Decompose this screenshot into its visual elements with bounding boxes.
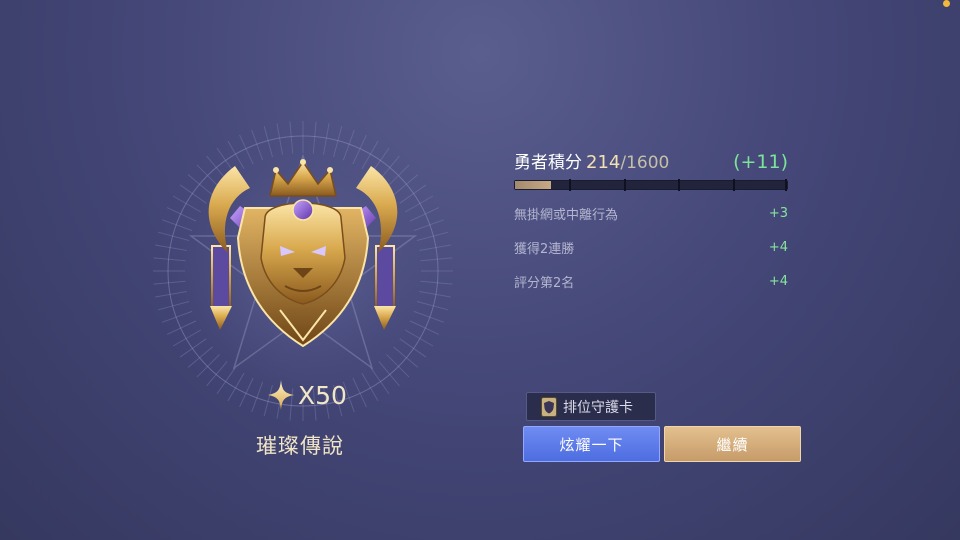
- detail-label: 獲得2連勝: [514, 241, 575, 257]
- star-count-label: X50: [298, 380, 347, 410]
- rank-name: 璀璨傳說: [256, 434, 344, 458]
- score-max: /1600: [620, 153, 670, 173]
- progress-tick: [678, 179, 681, 191]
- detail-label: 評分第2名: [514, 275, 575, 291]
- progress-tick: [732, 179, 735, 191]
- progress-tick: [623, 179, 626, 191]
- score-progress-bar: [514, 179, 788, 191]
- score-detail-list: 無掛網或中離行為 +3 獲得2連勝 +4 評分第2名 +4: [514, 196, 788, 298]
- detail-value: +4: [768, 239, 788, 255]
- brave-score-panel: 勇者積分 214/1600 (+11) 無掛網或中離行為 +3 獲得2連勝 +4 …: [514, 148, 788, 298]
- score-detail-row: 獲得2連勝 +4: [514, 230, 788, 264]
- score-gain: (+11): [733, 151, 788, 173]
- score-current: 214: [586, 152, 621, 173]
- four-point-star-icon: [268, 380, 294, 410]
- detail-value: +4: [768, 273, 788, 289]
- rank-guard-card[interactable]: 排位守護卡: [526, 392, 656, 421]
- score-progress-fill: [515, 181, 552, 189]
- progress-tick: [785, 179, 787, 191]
- notification-dot: [943, 0, 950, 7]
- progress-tick: [569, 179, 572, 191]
- guard-card-label: 排位守護卡: [563, 399, 633, 416]
- score-detail-row: 評分第2名 +4: [514, 264, 788, 298]
- score-title: 勇者積分: [514, 153, 582, 173]
- score-summary: 勇者積分 214/1600: [514, 148, 669, 173]
- continue-button[interactable]: 繼續: [664, 426, 801, 462]
- shield-card-icon: [541, 396, 557, 417]
- score-detail-row: 無掛網或中離行為 +3: [514, 196, 788, 230]
- score-header: 勇者積分 214/1600 (+11): [514, 148, 788, 176]
- share-button[interactable]: 炫耀一下: [523, 426, 660, 462]
- star-count: X50: [268, 378, 347, 412]
- detail-value: +3: [768, 205, 788, 221]
- detail-label: 無掛網或中離行為: [514, 207, 619, 223]
